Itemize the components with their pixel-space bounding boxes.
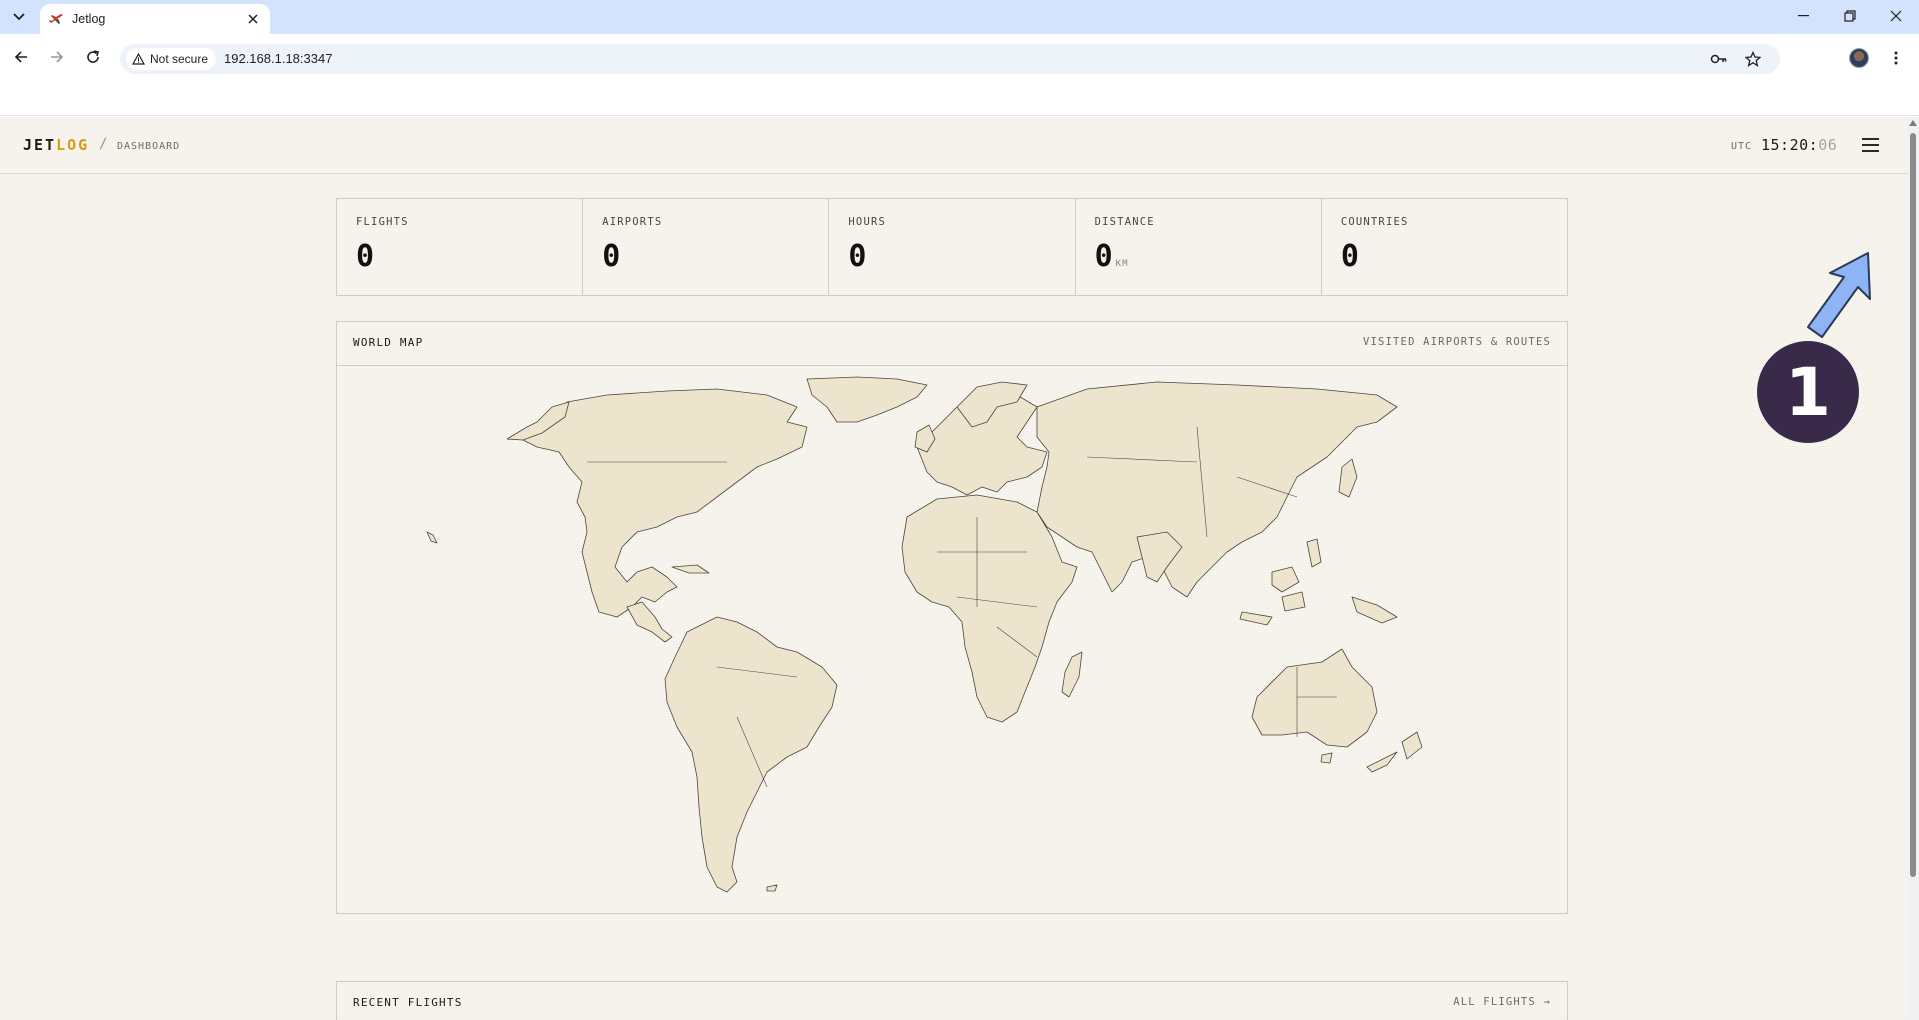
back-icon[interactable] xyxy=(8,44,34,70)
landmass-south-america xyxy=(664,616,838,893)
landmass-tasmania xyxy=(1320,752,1333,764)
clock-hours-minutes: 15:20: xyxy=(1761,136,1819,154)
app-logo[interactable]: JETLOG xyxy=(23,136,89,154)
warning-icon xyxy=(132,53,145,65)
browser-toolbar: Not secure 192.168.1.18:3347 xyxy=(0,34,1919,116)
stat-value: 0 xyxy=(356,239,375,274)
breadcrumb: DASHBOARD xyxy=(117,141,181,152)
clock-seconds: 06 xyxy=(1818,136,1838,154)
recent-flights-card: RECENT FLIGHTS ALL FLIGHTS → xyxy=(336,981,1568,1020)
scroll-thumb[interactable] xyxy=(1910,133,1916,877)
landmass-madagascar xyxy=(1061,651,1083,698)
forward-icon[interactable] xyxy=(44,44,70,70)
landmass-greenland xyxy=(806,376,928,423)
landmass-central-america xyxy=(626,601,673,643)
close-icon[interactable] xyxy=(244,10,262,28)
stat-label: DISTANCE xyxy=(1094,216,1155,228)
map-card-meta: VISITED AIRPORTS & ROUTES xyxy=(1362,336,1551,348)
utc-clock: 15:20:06 xyxy=(1761,136,1837,154)
tab-search-icon[interactable] xyxy=(7,5,31,29)
security-chip[interactable]: Not secure xyxy=(126,48,217,70)
landmass-north-america xyxy=(522,388,808,618)
plane-favicon-icon xyxy=(49,11,65,27)
landmass-new-zealand-south xyxy=(1366,751,1398,773)
stat-label: AIRPORTS xyxy=(602,216,663,228)
browser-tab[interactable]: Jetlog xyxy=(40,4,270,34)
landmass-new-guinea xyxy=(1351,596,1398,624)
stat-label: FLIGHTS xyxy=(356,216,409,228)
stat-label: COUNTRIES xyxy=(1340,216,1409,228)
app-page: JETLOG / DASHBOARD UTC 15:20:06 FLIGHTS … xyxy=(0,117,1907,1020)
world-map-card: WORLD MAP VISITED AIRPORTS & ROUTES xyxy=(336,321,1568,914)
clock-zone: UTC xyxy=(1731,141,1753,152)
stat-label: HOURS xyxy=(848,216,887,228)
landmass-indonesia-2 xyxy=(1281,591,1306,612)
stat-value: 0 xyxy=(602,239,621,274)
stat-airports: AIRPORTS 0 xyxy=(583,199,830,295)
logo-accent: LOG xyxy=(56,136,90,154)
landmass-indonesia-1 xyxy=(1239,611,1273,626)
stat-countries: COUNTRIES 0 xyxy=(1322,199,1567,295)
stat-value: 0 KM xyxy=(1094,239,1129,274)
stat-value: 0 xyxy=(848,239,867,274)
landmass-falklands xyxy=(766,884,778,892)
stat-value: 0 xyxy=(1340,239,1359,274)
browser-tabstrip: Jetlog xyxy=(0,0,1919,34)
reload-icon[interactable] xyxy=(80,44,106,70)
landmass-hawaii xyxy=(426,531,438,544)
address-bar[interactable]: Not secure 192.168.1.18:3347 xyxy=(120,44,1780,74)
map-card-header: WORLD MAP VISITED AIRPORTS & ROUTES xyxy=(337,322,1567,366)
landmass-cuba xyxy=(671,564,710,574)
breadcrumb-separator: / xyxy=(99,136,108,152)
restore-icon[interactable] xyxy=(1827,0,1873,32)
tab-title: Jetlog xyxy=(72,12,106,26)
stat-flights: FLIGHTS 0 xyxy=(337,199,584,295)
map-card-title: WORLD MAP xyxy=(353,336,424,349)
page-scrollbar[interactable] xyxy=(1907,117,1919,1020)
landmass-new-zealand xyxy=(1401,731,1423,760)
landmass-borneo xyxy=(1271,566,1300,593)
window-close-icon[interactable] xyxy=(1873,0,1919,32)
stat-hours: HOURS 0 xyxy=(829,199,1076,295)
world-map[interactable] xyxy=(337,367,1567,913)
landmass-australia xyxy=(1251,648,1378,748)
minimize-icon[interactable] xyxy=(1781,0,1827,32)
recent-card-title: RECENT FLIGHTS xyxy=(353,996,463,1009)
security-label: Not secure xyxy=(150,52,209,66)
app-header: JETLOG / DASHBOARD UTC 15:20:06 xyxy=(0,117,1907,174)
all-flights-link[interactable]: ALL FLIGHTS → xyxy=(1453,996,1551,1008)
recent-card-header: RECENT FLIGHTS ALL FLIGHTS → xyxy=(337,982,1567,1020)
scroll-up-icon[interactable] xyxy=(1909,120,1917,126)
stats-panel: FLIGHTS 0 AIRPORTS 0 HOURS 0 DISTANCE 0K… xyxy=(336,198,1568,296)
landmass-philippines xyxy=(1306,538,1322,568)
kebab-icon[interactable] xyxy=(1886,46,1906,70)
stat-unit: KM xyxy=(1115,259,1129,269)
profile-avatar[interactable] xyxy=(1849,48,1869,68)
landmass-japan xyxy=(1338,458,1358,498)
password-key-icon[interactable] xyxy=(1710,50,1728,68)
logo-primary: JET xyxy=(23,136,57,154)
hamburger-icon[interactable] xyxy=(1860,135,1880,155)
star-icon[interactable] xyxy=(1744,50,1762,68)
stat-distance: DISTANCE 0 KM xyxy=(1076,199,1322,295)
url-text[interactable]: 192.168.1.18:3347 xyxy=(224,51,332,66)
step-number-badge: 1 xyxy=(1757,341,1859,443)
